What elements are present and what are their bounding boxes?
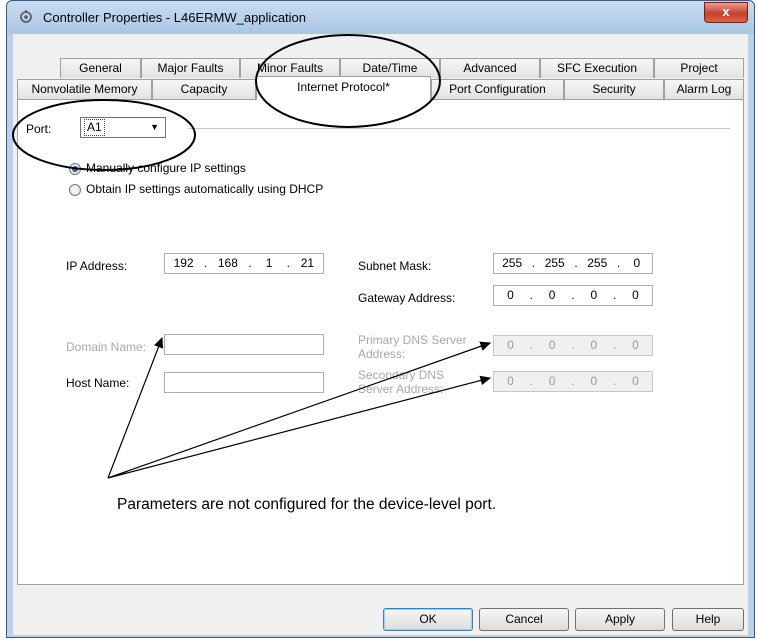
gateway-dot: . (612, 288, 617, 302)
dns2-dot: . (529, 374, 533, 388)
controller-properties-window: Controller Properties - L46ERMW_applicat… (6, 0, 755, 638)
manual-ip-label[interactable]: Manually configure IP settings (86, 161, 246, 175)
ip-address-label: IP Address: (66, 259, 128, 273)
dns2-octet-3: 0 (590, 374, 598, 388)
dns2-dot: . (571, 374, 575, 388)
tab-minor-faults[interactable]: Minor Faults (240, 58, 340, 78)
gateway-octet-3: 0 (590, 288, 598, 302)
tab-nonvolatile-memory[interactable]: Nonvolatile Memory (17, 79, 152, 99)
ip-octet-1: 192 (173, 256, 194, 270)
domain-name-label: Domain Name: (66, 340, 147, 354)
dns1-octet-2: 0 (548, 338, 556, 352)
gateway-octet-2: 0 (548, 288, 556, 302)
ip-address-field[interactable]: 192. 168. 1. 21 (164, 253, 324, 274)
subnet-dot: . (574, 256, 578, 270)
ip-octet-2: 168 (217, 256, 238, 270)
host-name-field[interactable] (164, 372, 324, 393)
dns1-octet-3: 0 (590, 338, 598, 352)
host-name-label: Host Name: (66, 376, 130, 390)
gateway-octet-4: 0 (632, 288, 639, 302)
primary-dns-field[interactable]: 0. 0. 0. 0 (493, 335, 653, 356)
window-title: Controller Properties - L46ERMW_applicat… (43, 10, 307, 25)
tab-general[interactable]: General (60, 58, 141, 78)
primary-dns-label: Primary DNS Server Address: (358, 333, 467, 361)
close-button[interactable]: x (704, 2, 748, 23)
gateway-field[interactable]: 0. 0. 0. 0 (493, 285, 653, 306)
tab-alarm-log[interactable]: Alarm Log (664, 79, 744, 99)
dns2-octet-4: 0 (632, 374, 639, 388)
dhcp-radio[interactable] (69, 184, 81, 196)
secondary-dns-label: Secondary DNS Server Address: (358, 368, 445, 396)
subnet-octet-3: 255 (587, 256, 608, 270)
tab-major-faults[interactable]: Major Faults (141, 58, 240, 78)
subnet-octet-4: 0 (633, 256, 641, 270)
tab-advanced[interactable]: Advanced (440, 58, 540, 78)
tab-project[interactable]: Project (654, 58, 744, 78)
subnet-mask-field[interactable]: 255. 255. 255. 0 (493, 253, 653, 274)
dns2-dot: . (612, 374, 617, 388)
port-value: A1 (84, 119, 105, 136)
tab-security[interactable]: Security (564, 79, 664, 99)
gateway-dot: . (529, 288, 533, 302)
title-bar[interactable]: Controller Properties - L46ERMW_applicat… (7, 1, 754, 34)
ip-octet-4: 21 (300, 256, 315, 270)
subnet-octet-2: 255 (544, 256, 565, 270)
help-button[interactable]: Help (672, 608, 744, 631)
tab-internet-protocol[interactable]: Internet Protocol* (256, 76, 431, 100)
port-dropdown[interactable]: A1 ▼ (80, 117, 166, 138)
tab-capacity[interactable]: Capacity (152, 79, 256, 99)
port-label: Port: (26, 122, 52, 136)
tab-sfc-execution[interactable]: SFC Execution (540, 58, 654, 78)
subnet-octet-1: 255 (502, 256, 523, 270)
chevron-down-icon: ▼ (150, 122, 159, 132)
cancel-button[interactable]: Cancel (479, 608, 569, 631)
tab-port-configuration[interactable]: Port Configuration (431, 79, 564, 99)
tab-date-time[interactable]: Date/Time (340, 58, 440, 78)
apply-button[interactable]: Apply (575, 608, 665, 631)
domain-name-field[interactable] (164, 334, 324, 355)
subnet-dot: . (616, 256, 621, 270)
subnet-dot: . (531, 256, 536, 270)
dns1-dot: . (571, 338, 575, 352)
dns1-dot: . (612, 338, 617, 352)
manual-ip-radio[interactable] (69, 163, 81, 175)
dhcp-label[interactable]: Obtain IP settings automatically using D… (86, 182, 323, 196)
gateway-label: Gateway Address: (358, 291, 456, 305)
ip-octet-3: 1 (265, 256, 273, 270)
dns2-octet-1: 0 (507, 374, 514, 388)
gateway-octet-1: 0 (507, 288, 514, 302)
controller-icon (20, 10, 32, 23)
dns1-octet-4: 0 (632, 338, 639, 352)
gateway-dot: . (571, 288, 575, 302)
annotation-caption: Parameters are not configured for the de… (117, 496, 497, 513)
port-separator-line (188, 128, 730, 129)
ip-dot: . (286, 256, 290, 270)
ip-dot: . (204, 256, 208, 270)
ip-dot: . (248, 256, 252, 270)
ok-button[interactable]: OK (383, 608, 473, 631)
secondary-dns-field[interactable]: 0. 0. 0. 0 (493, 371, 653, 392)
subnet-mask-label: Subnet Mask: (358, 259, 432, 273)
dns1-octet-1: 0 (507, 338, 514, 352)
dns1-dot: . (529, 338, 533, 352)
dns2-octet-2: 0 (548, 374, 556, 388)
